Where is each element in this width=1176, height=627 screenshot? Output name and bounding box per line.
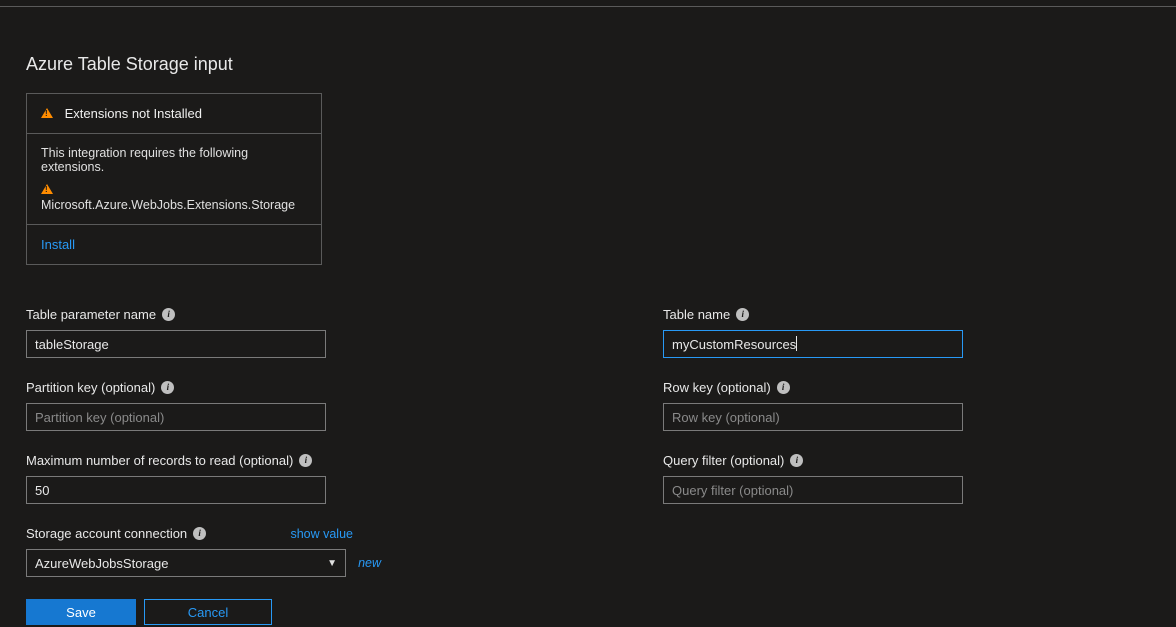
label-max-records: Maximum number of records to read (optio… — [26, 453, 513, 468]
warning-header-text: Extensions not Installed — [65, 106, 202, 121]
max-records-input[interactable] — [26, 476, 326, 504]
extensions-warning-card: Extensions not Installed This integratio… — [26, 93, 322, 265]
field-table-name: Table name i — [663, 307, 1150, 358]
field-query-filter: Query filter (optional) i — [663, 453, 1150, 504]
label-query-filter: Query filter (optional) i — [663, 453, 1150, 468]
warning-extension-name: Microsoft.Azure.WebJobs.Extensions.Stora… — [41, 198, 295, 212]
partition-key-input[interactable] — [26, 403, 326, 431]
storage-connection-selected: AzureWebJobsStorage — [35, 556, 168, 571]
info-icon[interactable]: i — [790, 454, 803, 467]
info-icon[interactable]: i — [161, 381, 174, 394]
text-caret — [796, 336, 797, 351]
info-icon[interactable]: i — [777, 381, 790, 394]
warning-icon — [41, 184, 53, 194]
table-name-input[interactable] — [663, 330, 963, 358]
info-icon[interactable]: i — [736, 308, 749, 321]
page-container: Azure Table Storage input Extensions not… — [26, 54, 1150, 625]
query-filter-input[interactable] — [663, 476, 963, 504]
label-partition-key: Partition key (optional) i — [26, 380, 513, 395]
page-title: Azure Table Storage input — [26, 54, 1150, 75]
label-text: Query filter (optional) — [663, 453, 784, 468]
label-table-name: Table name i — [663, 307, 1150, 322]
label-row-key: Row key (optional) i — [663, 380, 1150, 395]
label-text: Table parameter name — [26, 307, 156, 322]
form-columns: Table parameter name i Partition key (op… — [26, 307, 1150, 625]
storage-connection-row: AzureWebJobsStorage ▼ new — [26, 549, 381, 577]
left-column: Table parameter name i Partition key (op… — [26, 307, 513, 625]
warning-icon — [41, 108, 53, 118]
label-storage-connection: Storage account connection i show value — [26, 526, 353, 541]
label-table-parameter-name: Table parameter name i — [26, 307, 513, 322]
action-buttons: Save Cancel — [26, 599, 513, 625]
field-partition-key: Partition key (optional) i — [26, 380, 513, 431]
label-text: Partition key (optional) — [26, 380, 155, 395]
chevron-down-icon: ▼ — [327, 558, 337, 569]
table-parameter-name-input[interactable] — [26, 330, 326, 358]
warning-extension-row: Microsoft.Azure.WebJobs.Extensions.Stora… — [41, 182, 307, 212]
warning-install-row: Install — [27, 225, 321, 264]
label-text: Maximum number of records to read (optio… — [26, 453, 293, 468]
install-link[interactable]: Install — [41, 237, 75, 252]
cancel-button[interactable]: Cancel — [144, 599, 272, 625]
info-icon[interactable]: i — [162, 308, 175, 321]
right-column: Table name i Row key (optional) i Query … — [663, 307, 1150, 625]
info-icon[interactable]: i — [299, 454, 312, 467]
field-row-key: Row key (optional) i — [663, 380, 1150, 431]
warning-body: This integration requires the following … — [27, 134, 321, 225]
info-icon[interactable]: i — [193, 527, 206, 540]
warning-header-row: Extensions not Installed — [27, 94, 321, 134]
field-table-parameter-name: Table parameter name i — [26, 307, 513, 358]
new-connection-link[interactable]: new — [358, 556, 381, 570]
label-text: Row key (optional) — [663, 380, 771, 395]
field-max-records: Maximum number of records to read (optio… — [26, 453, 513, 504]
label-text: Table name — [663, 307, 730, 322]
storage-connection-select[interactable]: AzureWebJobsStorage ▼ — [26, 549, 346, 577]
label-text: Storage account connection — [26, 526, 187, 541]
row-key-input[interactable] — [663, 403, 963, 431]
warning-requires-text: This integration requires the following … — [41, 146, 307, 174]
show-value-link[interactable]: show value — [290, 527, 353, 541]
field-storage-connection: Storage account connection i show value … — [26, 526, 513, 577]
save-button[interactable]: Save — [26, 599, 136, 625]
top-divider — [0, 6, 1176, 7]
